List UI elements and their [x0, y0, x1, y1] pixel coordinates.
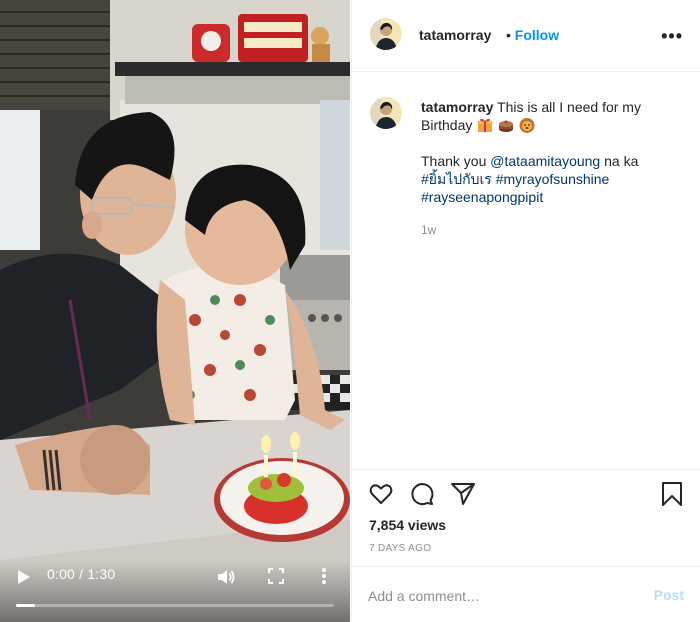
video-time: 0:00 / 1:30 — [47, 566, 116, 582]
video-frame — [0, 0, 350, 622]
hashtag-link[interactable]: #myrayofsunshine — [496, 171, 610, 187]
share-icon[interactable] — [450, 481, 476, 507]
hashtag-link[interactable]: #rayseenapongpipit — [421, 189, 543, 205]
caption-line-1: This is all I need for my — [497, 99, 641, 115]
thanks-prefix: Thank you — [421, 153, 487, 169]
play-icon[interactable] — [16, 568, 32, 586]
avatar[interactable] — [370, 18, 402, 50]
view-count[interactable]: 7,854 views — [369, 517, 446, 533]
caption-line-2: Birthday — [421, 117, 473, 133]
fullscreen-icon[interactable] — [268, 568, 284, 584]
caption-time-ago[interactable]: 1w — [421, 223, 436, 237]
post-date[interactable]: 7 DAYS AGO — [369, 543, 431, 554]
post-details-panel: tatamorray • Follow ••• tatamorray This … — [351, 0, 700, 622]
post-actions: 7,854 views 7 DAYS AGO — [352, 469, 700, 566]
comment-input[interactable] — [368, 585, 628, 607]
heart-icon[interactable] — [368, 481, 394, 507]
caption-username[interactable]: tatamorray — [421, 99, 493, 115]
more-vertical-icon[interactable] — [318, 566, 330, 586]
caption-avatar[interactable] — [370, 97, 402, 129]
post-video[interactable]: 0:00 / 1:30 — [0, 0, 350, 622]
follow-label: Follow — [514, 27, 560, 43]
post-header: tatamorray • Follow ••• — [352, 0, 700, 72]
separator-dot: • — [506, 27, 511, 43]
video-progress-fill — [16, 604, 36, 607]
follow-button[interactable]: • Follow — [506, 27, 559, 43]
volume-icon[interactable] — [216, 567, 236, 587]
more-options-icon[interactable]: ••• — [661, 26, 683, 47]
thanks-suffix: na ka — [604, 153, 639, 169]
post-caption: tatamorray This is all I need for my Bir… — [421, 98, 683, 206]
post-comment-button[interactable]: Post — [654, 587, 684, 603]
post-author-username[interactable]: tatamorray — [419, 27, 491, 43]
comment-icon[interactable] — [409, 481, 435, 507]
mention-link[interactable]: @tataamitayoung — [490, 153, 600, 169]
gift-emoji-icon — [477, 118, 493, 132]
lion-emoji-icon — [519, 118, 535, 133]
bookmark-icon[interactable] — [659, 481, 685, 507]
video-progress-bar[interactable] — [16, 604, 334, 607]
comments-section: tatamorray This is all I need for my Bir… — [352, 73, 700, 469]
video-controls: 0:00 / 1:30 — [0, 560, 350, 622]
hashtag-link[interactable]: #ยิ้มไปกับเร — [421, 171, 492, 187]
add-comment-bar: Post — [352, 566, 700, 622]
cake-emoji-icon — [499, 120, 514, 132]
